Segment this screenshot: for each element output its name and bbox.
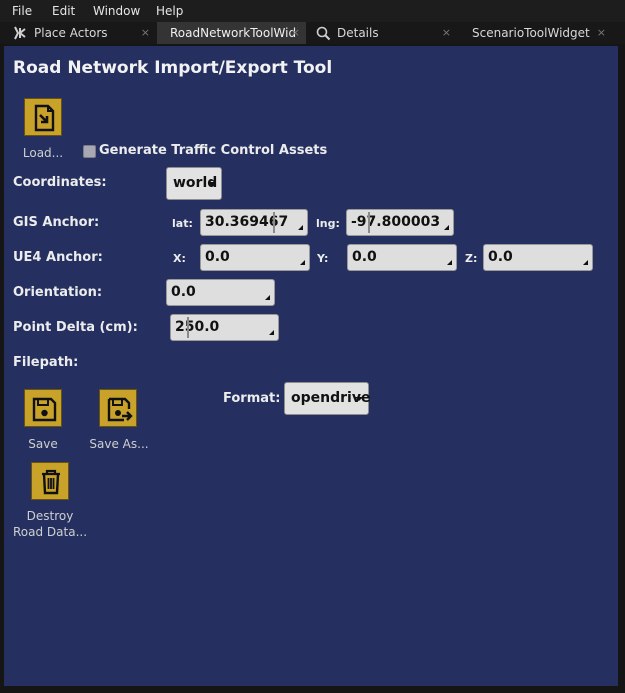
tab-scenario-tool[interactable]: ScenarioToolWidget × <box>458 22 612 44</box>
ue4-anchor-label: UE4 Anchor: <box>13 250 103 265</box>
y-field[interactable]: 0.0 <box>347 244 457 271</box>
load-button-label: Load... <box>22 146 64 160</box>
point-delta-field[interactable]: 250.0 <box>170 314 279 341</box>
page-title: Road Network Import/Export Tool <box>13 58 333 78</box>
tab-details[interactable]: Details × <box>307 22 457 44</box>
close-icon[interactable]: × <box>141 26 150 39</box>
search-icon <box>316 26 331 41</box>
lng-field[interactable]: -97.800003 <box>346 209 454 236</box>
lng-value: -97.800003 <box>351 214 441 230</box>
save-as-icon <box>107 397 133 422</box>
tab-road-network-tool[interactable]: RoadNetworkToolWid × <box>157 22 306 44</box>
place-actors-icon <box>12 25 28 41</box>
z-field[interactable]: 0.0 <box>483 244 593 271</box>
coordinates-label: Coordinates: <box>13 175 107 190</box>
close-icon[interactable]: × <box>597 26 606 39</box>
save-button-label: Save <box>28 437 58 451</box>
field-slider-mark <box>368 212 370 233</box>
orientation-value: 0.0 <box>171 284 196 300</box>
menu-help[interactable]: Help <box>156 4 183 18</box>
tab-details-label: Details <box>337 26 379 40</box>
lat-value: 30.369467 <box>205 214 289 230</box>
save-icon <box>32 397 57 422</box>
resize-grip-icon <box>583 260 588 265</box>
field-slider-mark <box>273 212 275 233</box>
generate-traffic-checkbox[interactable] <box>83 145 96 158</box>
lat-label: lat: <box>172 217 193 230</box>
save-button[interactable] <box>24 389 62 427</box>
y-value: 0.0 <box>352 249 377 265</box>
tab-road-network-tool-label: RoadNetworkToolWid <box>170 26 297 40</box>
destroy-road-data-label: Destroy Road Data... <box>10 508 90 540</box>
resize-grip-icon <box>447 260 452 265</box>
tab-bar: Place Actors × RoadNetworkToolWid × Deta… <box>0 22 625 44</box>
load-button[interactable] <box>24 98 62 136</box>
lng-label: lng: <box>316 217 340 230</box>
point-delta-label: Point Delta (cm): <box>13 320 138 335</box>
menu-bar: File Edit Window Help <box>0 0 625 22</box>
resize-grip-icon <box>265 295 270 300</box>
resize-grip-icon <box>300 260 305 265</box>
x-label: X: <box>173 252 186 265</box>
tab-place-actors[interactable]: Place Actors × <box>0 22 156 44</box>
coordinates-dropdown[interactable]: world <box>166 167 222 200</box>
lat-field[interactable]: 30.369467 <box>200 209 308 236</box>
filepath-label: Filepath: <box>13 355 79 370</box>
menu-file[interactable]: File <box>12 4 32 18</box>
tab-scenario-tool-label: ScenarioToolWidget <box>472 26 590 40</box>
resize-grip-icon <box>298 225 303 230</box>
load-icon <box>34 104 55 132</box>
x-value: 0.0 <box>205 249 230 265</box>
orientation-field[interactable]: 0.0 <box>166 279 275 306</box>
resize-grip-icon <box>269 330 274 335</box>
point-delta-value: 250.0 <box>175 319 220 335</box>
format-dropdown[interactable]: opendrive <box>284 382 370 415</box>
menu-edit[interactable]: Edit <box>52 4 75 18</box>
resize-grip-icon <box>444 225 449 230</box>
destroy-road-data-button[interactable] <box>31 462 69 500</box>
road-network-tool-panel: Road Network Import/Export Tool Load... … <box>4 46 618 686</box>
destroy-label-line2: Road Data... <box>12 525 88 539</box>
format-label: Format: <box>223 391 281 406</box>
x-field[interactable]: 0.0 <box>200 244 310 271</box>
trash-icon <box>42 469 60 495</box>
close-icon[interactable]: × <box>291 26 300 39</box>
field-slider-mark <box>187 317 189 338</box>
chevron-down-icon <box>355 397 363 401</box>
generate-traffic-label: Generate Traffic Control Assets <box>99 143 328 158</box>
orientation-label: Orientation: <box>13 285 103 300</box>
close-icon[interactable]: × <box>442 26 451 39</box>
gis-anchor-label: GIS Anchor: <box>13 215 100 230</box>
save-as-button-label: Save As... <box>89 437 149 451</box>
z-value: 0.0 <box>488 249 513 265</box>
destroy-label-line1: Destroy <box>26 509 74 523</box>
tab-place-actors-label: Place Actors <box>34 26 108 40</box>
chevron-down-icon <box>208 182 216 186</box>
save-as-button[interactable] <box>99 389 137 427</box>
menu-window[interactable]: Window <box>93 4 140 18</box>
z-label: Z: <box>465 252 478 265</box>
y-label: Y: <box>317 252 329 265</box>
